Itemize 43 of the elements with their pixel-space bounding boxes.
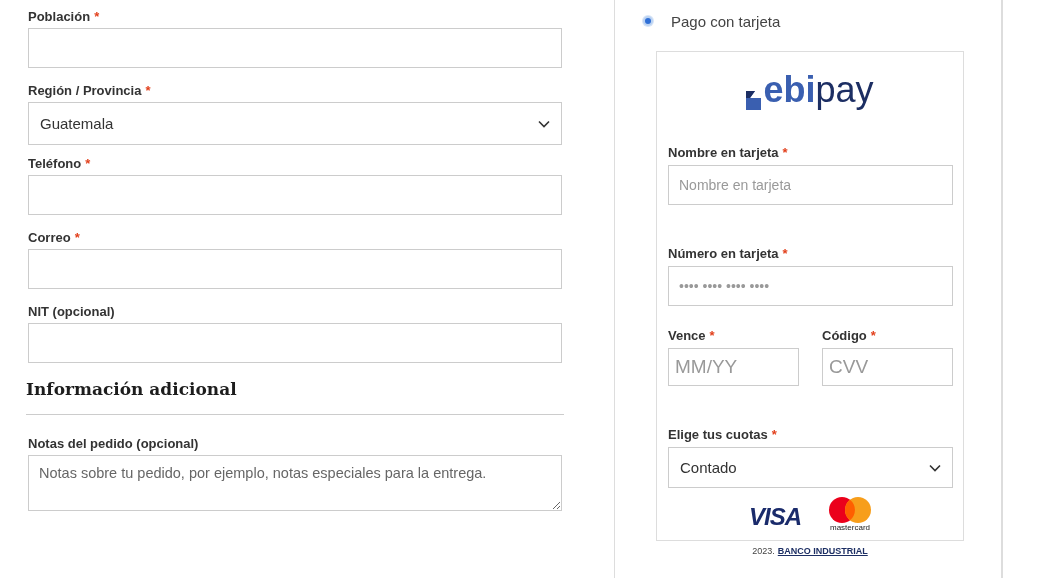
chevron-down-icon xyxy=(929,463,941,472)
required-mark: * xyxy=(782,144,788,162)
bank-link[interactable]: BANCO INDUSTRIAL xyxy=(777,546,868,556)
field-label: Código xyxy=(822,327,867,345)
field-label: Teléfono xyxy=(28,155,82,173)
chevron-down-icon xyxy=(538,119,550,128)
input-field[interactable]: •••• •••• •••• •••• xyxy=(668,266,953,306)
dropdown[interactable]: Contado xyxy=(668,447,953,488)
input-field[interactable] xyxy=(28,323,562,363)
footer-text: 2023. xyxy=(752,546,775,556)
field-label: Población xyxy=(28,8,91,26)
mastercard-circles-icon xyxy=(829,497,871,523)
brand-logo: ebipay xyxy=(763,70,874,110)
field-label: NIT (opcional) xyxy=(28,303,115,321)
option-label: Pago con tarjeta xyxy=(671,12,781,30)
required-mark: * xyxy=(709,327,715,345)
field-label: Elige tus cuotas xyxy=(668,426,768,444)
logo-mark-icon xyxy=(746,91,762,110)
field-label: Número en tarjeta xyxy=(668,245,779,263)
input-field[interactable] xyxy=(28,249,562,289)
input-field[interactable]: CVV xyxy=(822,348,953,386)
required-mark: * xyxy=(782,245,788,263)
required-mark: * xyxy=(94,8,100,26)
dropdown[interactable]: Guatemala xyxy=(28,102,562,145)
section-heading: Información adicional xyxy=(26,378,238,401)
field-label: Notas del pedido (opcional) xyxy=(28,435,199,453)
visa-logo: VISA xyxy=(749,503,801,531)
field-label: Vence xyxy=(668,327,706,345)
field-label: Región / Provincia xyxy=(28,82,142,100)
input-field[interactable]: Nombre en tarjeta xyxy=(668,165,953,205)
input-field[interactable] xyxy=(28,175,562,215)
required-mark: * xyxy=(870,327,876,345)
field-label: Correo xyxy=(28,229,71,247)
required-mark: * xyxy=(145,82,151,100)
required-mark: * xyxy=(74,229,80,247)
required-mark: * xyxy=(771,426,777,444)
notes-field[interactable]: Notas sobre tu pedido, por ejemplo, notas especiales para la entrega. xyxy=(28,455,562,511)
input-field[interactable]: MM/YY xyxy=(668,348,799,386)
mastercard-wordmark: mastercard xyxy=(830,523,870,532)
field-label: Nombre en tarjeta xyxy=(668,144,779,162)
radio-button[interactable] xyxy=(643,16,653,26)
input-field[interactable] xyxy=(28,28,562,68)
required-mark: * xyxy=(85,155,91,173)
